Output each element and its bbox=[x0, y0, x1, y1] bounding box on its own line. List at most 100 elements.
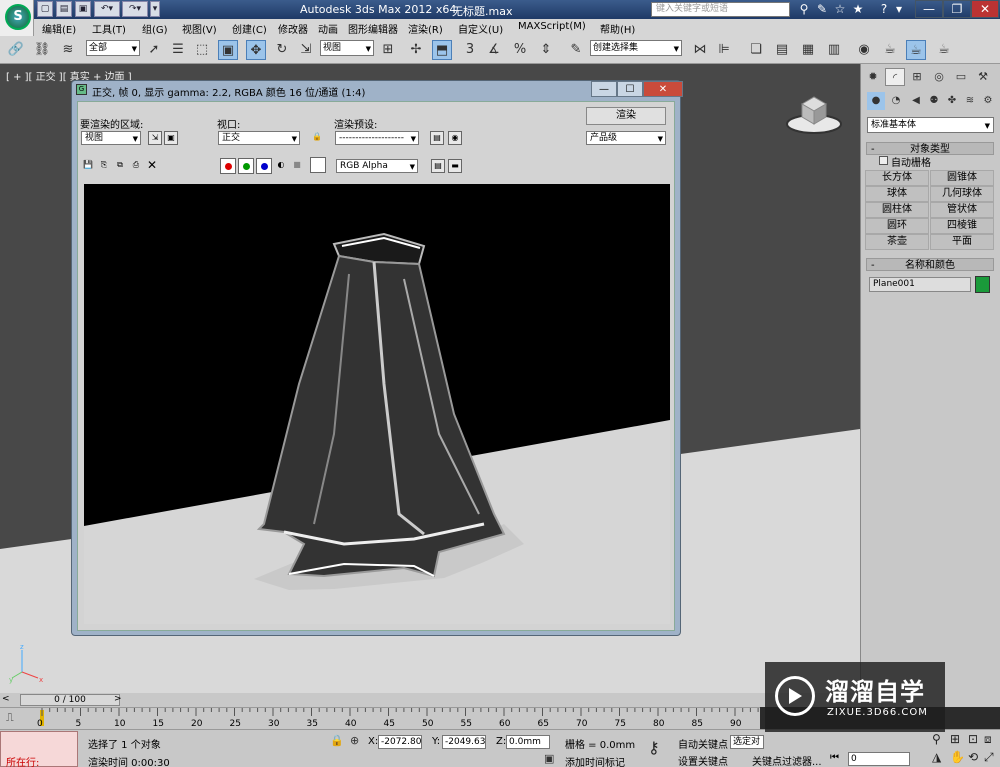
absolute-mode-icon[interactable]: ⊕ bbox=[350, 734, 359, 747]
x-coordinate-input[interactable]: -2072.802 bbox=[378, 735, 422, 749]
clear-image-icon[interactable]: ✕ bbox=[145, 159, 159, 173]
monochrome-icon[interactable]: ■ bbox=[290, 159, 304, 173]
zoom-extents-all-icon[interactable]: ⧈ bbox=[984, 732, 992, 747]
mini-curve-editor-icon[interactable]: ⎍ bbox=[6, 711, 24, 725]
primitive-category-select[interactable]: 标准基本体 bbox=[867, 117, 994, 133]
bind-space-warp-icon[interactable]: ≋ bbox=[58, 40, 78, 60]
lights-icon[interactable]: ◀ bbox=[907, 92, 925, 110]
selection-filter-select[interactable]: 全部 bbox=[86, 40, 140, 56]
field-of-view-icon[interactable]: ◮ bbox=[932, 750, 941, 764]
clone-window-icon[interactable]: ⧉ bbox=[113, 159, 127, 173]
background-color-swatch[interactable] bbox=[310, 157, 326, 173]
geosphere-button[interactable]: 几何球体 bbox=[930, 186, 994, 202]
pan-icon[interactable]: ✋ bbox=[950, 750, 965, 764]
select-and-move-icon[interactable]: ✥ bbox=[246, 40, 266, 60]
rectangular-selection-icon[interactable]: ⬚ bbox=[192, 40, 212, 60]
z-coordinate-input[interactable]: 0.0mm bbox=[506, 735, 550, 749]
time-slider[interactable]: 0 / 100 bbox=[20, 694, 120, 706]
render-preset-select[interactable]: -------------------- bbox=[335, 131, 419, 145]
green-channel-toggle[interactable] bbox=[238, 158, 254, 174]
next-frame-icon[interactable]: > bbox=[114, 694, 122, 704]
edit-named-selection-icon[interactable]: ✎ bbox=[566, 40, 586, 60]
key-mode-select[interactable]: 选定对象 bbox=[730, 735, 764, 749]
zoom-icon[interactable]: ⚲ bbox=[932, 732, 941, 746]
cameras-icon[interactable]: ⚉ bbox=[925, 92, 943, 110]
render-setup-icon-small[interactable]: ▤ bbox=[430, 131, 444, 145]
maximize-viewport-icon[interactable]: ⤢ bbox=[984, 750, 994, 765]
display-channel-select[interactable]: RGB Alpha bbox=[336, 159, 418, 173]
reference-coordinate-select[interactable]: 视图 bbox=[320, 40, 374, 56]
selection-lock-icon[interactable]: 🔒 bbox=[330, 734, 344, 747]
mirror-icon[interactable]: ⋈ bbox=[690, 40, 710, 60]
restore-button[interactable]: ❐ bbox=[943, 0, 971, 18]
unlink-icon[interactable]: ⛓ bbox=[32, 40, 52, 60]
menu-views[interactable]: 视图(V) bbox=[182, 21, 217, 36]
zoom-extents-icon[interactable]: ⊡ bbox=[968, 732, 978, 746]
create-tab-icon[interactable]: ✹ bbox=[863, 68, 883, 86]
y-coordinate-input[interactable]: -2049.639 bbox=[442, 735, 486, 749]
cylinder-button[interactable]: 圆柱体 bbox=[865, 202, 929, 218]
shapes-icon[interactable]: ◔ bbox=[887, 92, 905, 110]
orbit-icon[interactable]: ⟲ bbox=[968, 750, 978, 764]
layer-manager-icon[interactable]: ❏ bbox=[746, 40, 766, 60]
set-key-button[interactable]: 设置关键点 bbox=[678, 753, 728, 767]
save-file-icon[interactable]: ▣ bbox=[75, 1, 91, 17]
select-and-link-icon[interactable]: 🔗 bbox=[6, 40, 26, 60]
menu-customize[interactable]: 自定义(U) bbox=[458, 21, 503, 36]
sphere-button[interactable]: 球体 bbox=[865, 186, 929, 202]
blue-channel-toggle[interactable] bbox=[256, 158, 272, 174]
select-object-icon[interactable]: ➚ bbox=[144, 40, 164, 60]
menu-edit[interactable]: 编辑(E) bbox=[42, 21, 76, 36]
auto-key-button[interactable]: 自动关键点 bbox=[678, 736, 728, 751]
prev-frame-icon[interactable]: < bbox=[2, 694, 10, 704]
cone-button[interactable]: 圆锥体 bbox=[930, 170, 994, 186]
menu-rendering[interactable]: 渲染(R) bbox=[408, 21, 443, 36]
close-button[interactable]: ✕ bbox=[971, 0, 999, 18]
toggle-ui-overlay-icon[interactable]: ▤ bbox=[431, 159, 445, 173]
copy-image-icon[interactable]: ⎘ bbox=[97, 159, 111, 173]
menu-modifiers[interactable]: 修改器 bbox=[278, 21, 308, 36]
rendered-frame-window[interactable]: G 正交, 帧 0, 显示 gamma: 2.2, RGBA 颜色 16 位/通… bbox=[71, 80, 683, 636]
add-time-tag[interactable]: 添加时间标记 bbox=[565, 754, 625, 767]
helpers-icon[interactable]: ✤ bbox=[943, 92, 961, 110]
key-filters-button[interactable]: 关键点过滤器... bbox=[752, 753, 822, 767]
render-window-maximize-button[interactable]: ☐ bbox=[617, 81, 643, 97]
keyboard-shortcut-override-icon[interactable]: ⬒ bbox=[432, 40, 452, 60]
menu-graph-editors[interactable]: 图形编辑器 bbox=[348, 21, 398, 36]
select-by-name-icon[interactable]: ☰ bbox=[168, 40, 188, 60]
teapot-button[interactable]: 茶壶 bbox=[865, 234, 929, 250]
torus-button[interactable]: 圆环 bbox=[865, 218, 929, 234]
percent-snap-icon[interactable]: % bbox=[510, 40, 530, 60]
favorites-icon[interactable]: ★ bbox=[850, 2, 866, 17]
render-window-titlebar[interactable]: G 正交, 帧 0, 显示 gamma: 2.2, RGBA 颜色 16 位/通… bbox=[72, 81, 683, 99]
render-window-minimize-button[interactable]: — bbox=[591, 81, 617, 97]
maxscript-listener[interactable]: 所在行: bbox=[0, 731, 78, 767]
viewport-select[interactable]: 正交 bbox=[218, 131, 300, 145]
box-button[interactable]: 长方体 bbox=[865, 170, 929, 186]
track-bar[interactable]: ⎍ 0 5 10 15 20 25 30 35 40 45 50 55 60 65 70 75 80 85 90 bbox=[0, 707, 760, 729]
modify-tab-icon[interactable]: ◜ bbox=[885, 68, 905, 86]
schematic-view-icon[interactable]: ▥ bbox=[824, 40, 844, 60]
time-tag-icon[interactable]: ▣ bbox=[544, 752, 554, 765]
zoom-all-icon[interactable]: ⊞ bbox=[950, 732, 960, 746]
go-to-start-icon[interactable]: ⏮ bbox=[830, 752, 839, 763]
select-and-scale-icon[interactable]: ⇲ bbox=[296, 40, 316, 60]
hierarchy-tab-icon[interactable]: ⊞ bbox=[907, 68, 927, 86]
toggle-ui-icon[interactable]: ▬ bbox=[448, 159, 462, 173]
menu-create[interactable]: 创建(C) bbox=[232, 21, 267, 36]
render-setup-icon[interactable]: ☕ bbox=[880, 40, 900, 60]
systems-icon[interactable]: ⚙ bbox=[979, 92, 997, 110]
print-image-icon[interactable]: ⎙ bbox=[129, 159, 143, 173]
open-file-icon[interactable]: ▤ bbox=[56, 1, 72, 17]
undo-icon[interactable]: ↶▾ bbox=[94, 1, 120, 17]
render-quality-select[interactable]: 产品级 bbox=[586, 131, 666, 145]
motion-tab-icon[interactable]: ◎ bbox=[929, 68, 949, 86]
object-color-swatch[interactable] bbox=[975, 276, 990, 293]
help-dropdown-icon[interactable]: ▾ bbox=[891, 2, 907, 17]
window-crossing-icon[interactable]: ▣ bbox=[218, 40, 238, 60]
pivot-center-icon[interactable]: ⊞ bbox=[378, 40, 398, 60]
lock-viewport-icon[interactable]: 🔒 bbox=[310, 131, 324, 145]
app-logo[interactable]: S bbox=[0, 0, 34, 36]
edit-region-icon[interactable]: ⇲ bbox=[148, 131, 162, 145]
menu-help[interactable]: 帮助(H) bbox=[600, 21, 635, 36]
